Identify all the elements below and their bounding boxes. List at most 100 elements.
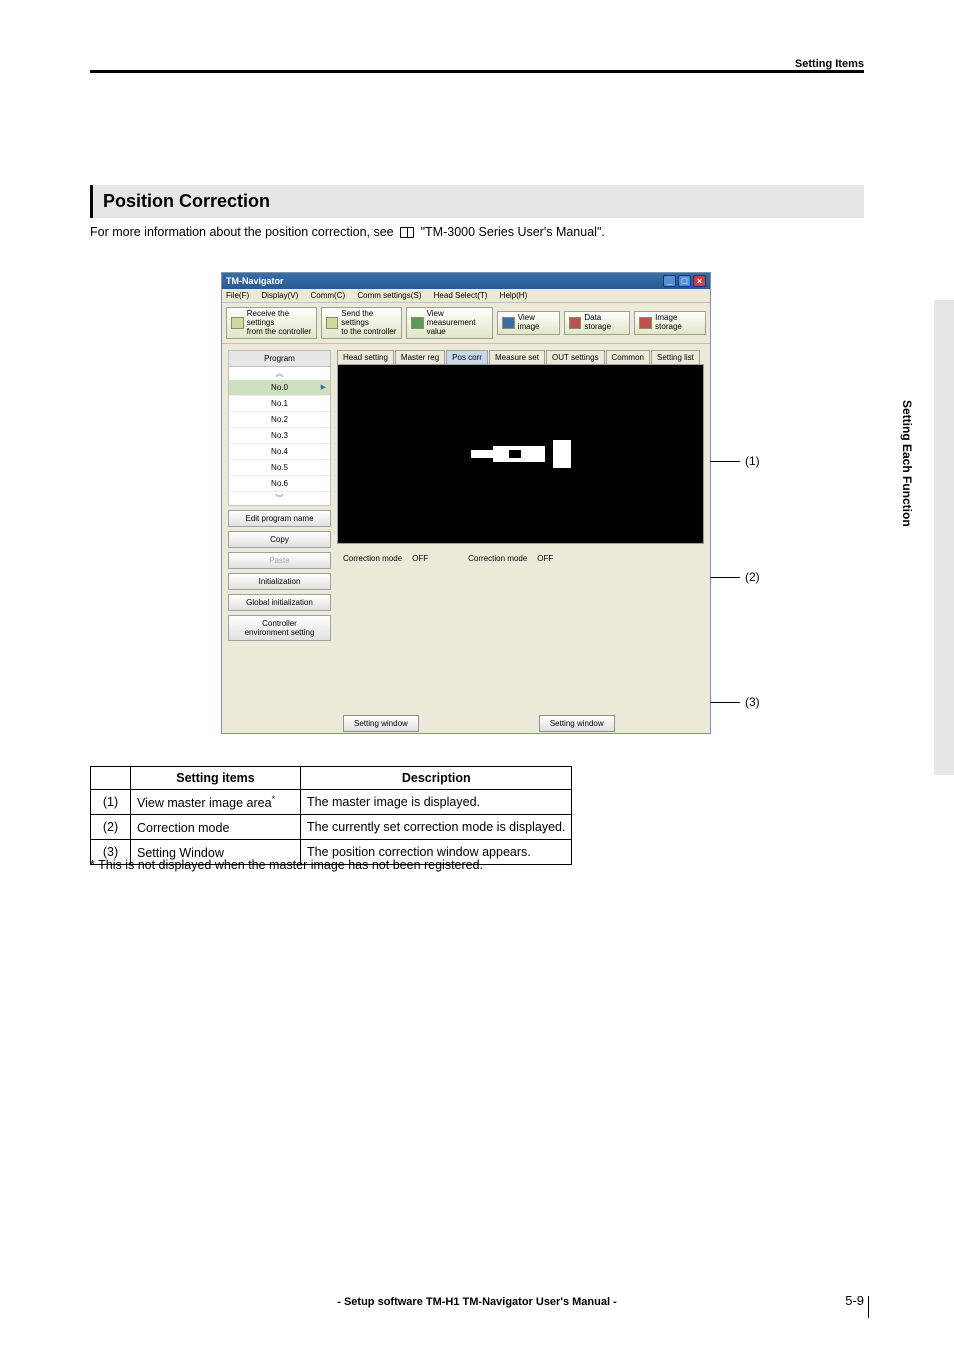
tab-setting-list[interactable]: Setting list <box>651 350 700 364</box>
side-tab: Setting Each Function <box>900 400 914 527</box>
tab-out-settings[interactable]: OUT settings <box>546 350 605 364</box>
table-header-row: Setting items Description <box>91 767 572 790</box>
toolbar: Receive the settings from the controller… <box>222 303 710 344</box>
global-initialization-button[interactable]: Global initialization <box>228 594 331 611</box>
page-number-bar <box>868 1296 869 1318</box>
app-title: TM-Navigator <box>226 276 284 286</box>
intro-text: For more information about the position … <box>90 225 605 239</box>
callout-3: (3) <box>745 695 760 709</box>
row-desc: The currently set correction mode is dis… <box>301 815 572 840</box>
imgstore-button[interactable]: Image storage <box>634 311 706 335</box>
right-column: Head setting Master reg Pos corr Measure… <box>337 344 710 742</box>
table-head-desc: Description <box>301 767 572 790</box>
tab-master-reg[interactable]: Master reg <box>395 350 445 364</box>
send-label: Send the settings to the controller <box>341 310 397 336</box>
setting-items-table: Setting items Description (1) View maste… <box>90 766 572 865</box>
program-head: Program <box>229 351 330 367</box>
correction-mode-value-1: OFF <box>412 554 428 563</box>
table-head-blank <box>91 767 131 790</box>
footnote: * This is not displayed when the master … <box>90 858 483 872</box>
footer-text: - Setup software TM-H1 TM-Navigator User… <box>0 1296 954 1308</box>
minimize-button[interactable]: _ <box>663 275 676 287</box>
row-item-text: Correction mode <box>137 821 229 835</box>
tab-row: Head setting Master reg Pos corr Measure… <box>337 350 704 364</box>
paste-button[interactable]: Paste <box>228 552 331 569</box>
setting-window-button-1[interactable]: Setting window <box>343 715 419 732</box>
tab-measure-set[interactable]: Measure set <box>489 350 545 364</box>
program-item-6[interactable]: No.6 <box>229 476 330 492</box>
side-tab-shade <box>934 300 954 775</box>
callout-line-1 <box>710 461 740 462</box>
row-item: View master image area* <box>131 790 301 815</box>
correction-mode-label-1: Correction mode <box>343 554 402 563</box>
viewimg-label: View image <box>518 314 555 332</box>
close-button[interactable]: × <box>693 275 706 287</box>
menu-commsettings[interactable]: Comm settings(S) <box>357 291 421 300</box>
page-header: Setting Items <box>795 58 864 70</box>
left-column: Program ︽ No.0 No.1 No.2 No.3 No.4 No.5 … <box>222 344 337 742</box>
row-item-sup: * <box>272 794 276 804</box>
receive-label: Receive the settings from the controller <box>247 310 312 336</box>
copy-button[interactable]: Copy <box>228 531 331 548</box>
program-item-4[interactable]: No.4 <box>229 444 330 460</box>
program-panel: Program ︽ No.0 No.1 No.2 No.3 No.4 No.5 … <box>228 350 331 506</box>
menu-headselect[interactable]: Head Select(T) <box>434 291 488 300</box>
titlebar: TM-Navigator _ □ × <box>222 273 710 289</box>
row-num: (2) <box>91 815 131 840</box>
header-rule <box>90 70 864 73</box>
table-head-items: Setting items <box>131 767 301 790</box>
datastore-icon <box>569 317 582 329</box>
scroll-down-icon[interactable]: ︾ <box>229 492 330 505</box>
viewimg-button[interactable]: View image <box>497 311 560 335</box>
datastore-label: Data storage <box>584 314 625 332</box>
tab-pos-corr[interactable]: Pos corr <box>446 350 488 364</box>
receive-button[interactable]: Receive the settings from the controller <box>226 307 317 339</box>
master-image-shape <box>471 430 571 478</box>
controller-env-button[interactable]: Controller environment setting <box>228 615 331 641</box>
program-item-5[interactable]: No.5 <box>229 460 330 476</box>
intro-before: For more information about the position … <box>90 225 394 239</box>
edit-program-name-button[interactable]: Edit program name <box>228 510 331 527</box>
correction-mode-row: Correction mode OFF Correction mode OFF <box>337 544 704 573</box>
maximize-button[interactable]: □ <box>678 275 691 287</box>
program-item-0[interactable]: No.0 <box>229 380 330 396</box>
callout-2: (2) <box>745 570 760 584</box>
imgstore-icon <box>639 317 652 329</box>
tab-head-setting[interactable]: Head setting <box>337 350 394 364</box>
row-item: Correction mode <box>131 815 301 840</box>
menu-comm[interactable]: Comm(C) <box>310 291 345 300</box>
master-image-area <box>337 364 704 544</box>
section-title: Position Correction <box>90 185 864 218</box>
program-item-2[interactable]: No.2 <box>229 412 330 428</box>
scroll-up-icon[interactable]: ︽ <box>229 367 330 380</box>
row-desc: The master image is displayed. <box>301 790 572 815</box>
menu-help[interactable]: Help(H) <box>500 291 528 300</box>
imgstore-label: Image storage <box>655 314 701 332</box>
menubar: File(F) Display(V) Comm(C) Comm settings… <box>222 289 710 303</box>
receive-icon <box>231 317 244 329</box>
page-number: 5-9 <box>845 1293 864 1308</box>
menu-file[interactable]: File(F) <box>226 291 249 300</box>
viewval-button[interactable]: View measurement value <box>406 307 493 339</box>
viewimg-icon <box>502 317 515 329</box>
program-item-1[interactable]: No.1 <box>229 396 330 412</box>
send-button[interactable]: Send the settings to the controller <box>321 307 402 339</box>
callout-1: (1) <box>745 454 760 468</box>
send-icon <box>326 317 339 329</box>
tab-common[interactable]: Common <box>606 350 650 364</box>
menu-display[interactable]: Display(V) <box>261 291 298 300</box>
setting-window-button-2[interactable]: Setting window <box>539 715 615 732</box>
program-item-3[interactable]: No.3 <box>229 428 330 444</box>
viewval-icon <box>411 317 424 329</box>
initialization-button[interactable]: Initialization <box>228 573 331 590</box>
correction-mode-value-2: OFF <box>537 554 553 563</box>
callout-line-3 <box>710 702 740 703</box>
viewval-label: View measurement value <box>427 310 488 336</box>
datastore-button[interactable]: Data storage <box>564 311 631 335</box>
intro-after: "TM-3000 Series User's Manual". <box>421 225 605 239</box>
app-window: TM-Navigator _ □ × File(F) Display(V) Co… <box>221 272 711 734</box>
book-icon <box>400 227 414 238</box>
table-row: (2) Correction mode The currently set co… <box>91 815 572 840</box>
row-num: (1) <box>91 790 131 815</box>
setting-window-row: Setting window Setting window <box>337 711 704 736</box>
